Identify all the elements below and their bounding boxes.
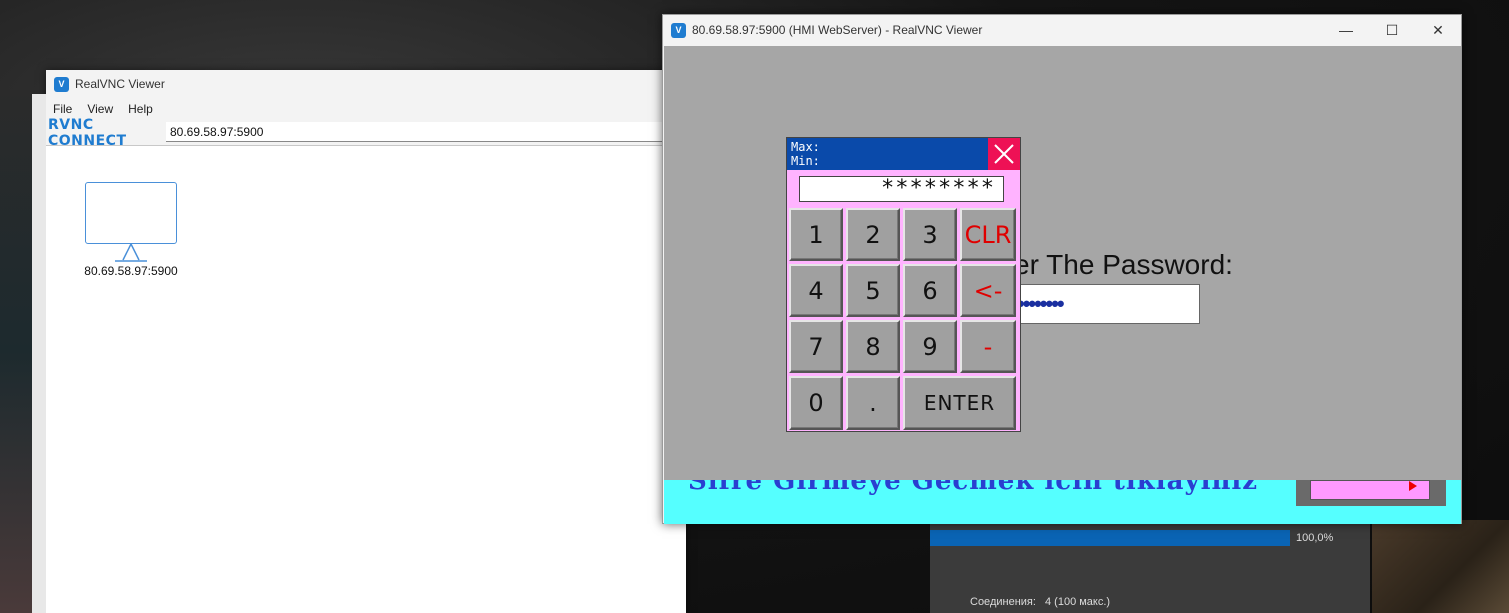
brand-logo: RVNC CONNECT: [48, 116, 127, 149]
key-3[interactable]: 3: [903, 208, 957, 261]
hmi-vnc-window: V 80.69.58.97:5900 (HMI WebServer) - Rea…: [662, 14, 1462, 524]
connections-value: 4 (100 макс.): [1045, 596, 1111, 608]
window-titlebar[interactable]: V RealVNC Viewer: [46, 70, 686, 98]
address-toolbar: RVNC CONNECT: [46, 116, 686, 149]
close-icon[interactable]: ✕: [1415, 15, 1461, 45]
progress-text: 100,0%: [1296, 532, 1334, 544]
arrow-right-icon: [1409, 481, 1417, 491]
key-1[interactable]: 1: [789, 208, 843, 261]
key-5[interactable]: 5: [846, 264, 900, 317]
banner-next-button[interactable]: [1310, 480, 1430, 500]
key-9[interactable]: 9: [903, 320, 957, 373]
progress-bar: [930, 530, 1290, 546]
window-controls: — ☐ ✕: [1323, 15, 1461, 45]
behind-window-edge: [32, 94, 46, 613]
hmi-window-titlebar[interactable]: V 80.69.58.97:5900 (HMI WebServer) - Rea…: [663, 15, 1461, 45]
realvnc-app-icon: V: [671, 22, 686, 38]
banner-button-frame: [1296, 480, 1446, 506]
maximize-icon[interactable]: ☐: [1369, 15, 1415, 45]
max-label: Max:: [791, 140, 820, 154]
password-field[interactable]: ••••••••: [1004, 284, 1200, 324]
window-title: RealVNC Viewer: [75, 77, 165, 91]
key-7[interactable]: 7: [789, 320, 843, 373]
key-0[interactable]: 0: [789, 376, 843, 430]
monitor-icon: [85, 182, 177, 244]
menu-file[interactable]: File: [53, 102, 72, 116]
connection-tile[interactable]: 80.69.58.97:5900: [76, 182, 186, 278]
hmi-remote-screen[interactable]: er The Password: •••••••• Max: Min: ****…: [664, 46, 1461, 480]
monitor-stand-icon: [85, 244, 177, 264]
progress-bar-fill: [930, 530, 1290, 546]
password-prompt: er The Password:: [1014, 249, 1233, 280]
min-label: Min:: [791, 154, 820, 168]
hmi-bottom-banner: Sifre Girmeye Gecmek icin tiklayiniz: [664, 480, 1461, 524]
key-dot[interactable]: .: [846, 376, 900, 430]
key-4[interactable]: 4: [789, 264, 843, 317]
key-enter[interactable]: ENTER: [903, 376, 1016, 430]
connections-label: Соединения:: [970, 596, 1036, 608]
key-8[interactable]: 8: [846, 320, 900, 373]
hmi-window-title: 80.69.58.97:5900 (HMI WebServer) - RealV…: [692, 23, 983, 37]
connections-readout: Соединения: 4 (100 макс.): [970, 596, 1116, 608]
key-2[interactable]: 2: [846, 208, 900, 261]
desktop-right-edge: [1372, 520, 1509, 613]
key-clear[interactable]: CLR: [960, 208, 1016, 261]
key-backspace[interactable]: <-: [960, 264, 1016, 317]
realvnc-viewer-window: V RealVNC Viewer File View Help RVNC CON…: [32, 70, 686, 613]
key-minus[interactable]: -: [960, 320, 1016, 373]
banner-text: Sifre Girmeye Gecmek icin tiklayiniz: [688, 480, 1259, 496]
keypad-close-icon[interactable]: [988, 138, 1020, 170]
keypad-header: Max: Min:: [787, 138, 1020, 170]
key-6[interactable]: 6: [903, 264, 957, 317]
realvnc-app-icon: V: [54, 76, 69, 92]
connection-label: 80.69.58.97:5900: [84, 264, 178, 278]
numeric-keypad: Max: Min: ******** 1 2 3 CLR 4 5 6 <- 7 …: [786, 137, 1021, 432]
address-input[interactable]: [166, 122, 686, 142]
minimize-icon[interactable]: —: [1323, 15, 1369, 45]
menu-help[interactable]: Help: [128, 102, 153, 116]
keypad-grid: 1 2 3 CLR 4 5 6 <- 7 8 9 - 0 . ENTER: [789, 208, 1018, 431]
menu-view[interactable]: View: [87, 102, 113, 116]
keypad-limits: Max: Min:: [791, 140, 820, 168]
keypad-display: ********: [799, 176, 1004, 202]
